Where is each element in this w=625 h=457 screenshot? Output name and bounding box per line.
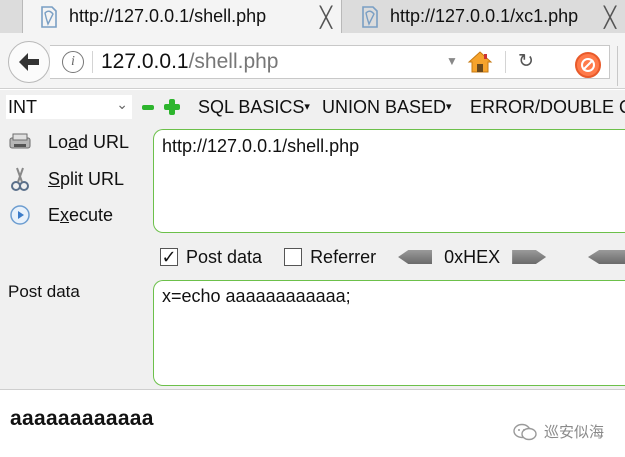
post-data-checkbox[interactable]: ✓ (160, 247, 178, 267)
hackbar-toolbar: INT ⌄ SQL BASICS▾ UNION BASED▾ ERROR/DOU… (0, 90, 625, 124)
split-url-label: Split URL (48, 168, 125, 189)
menu-label: UNION BASED (322, 97, 447, 117)
navigation-bar: i 127.0.0.1/shell.php ▼ ↻ (0, 33, 625, 89)
menu-label: ERROR/DOUBLE Q (470, 97, 625, 117)
options-row: ✓ Post data Referrer 0xHEX (160, 244, 547, 270)
url-path: /shell.php (188, 50, 279, 73)
tab-title: http://127.0.0.1/shell.php (69, 6, 267, 26)
execute-label: Execute (48, 204, 114, 225)
split-url-button[interactable]: Split URL (0, 162, 124, 196)
tab-strip: http://127.0.0.1/shell.php ╳ http://127.… (0, 0, 625, 33)
chevron-down-icon: ▾ (446, 101, 452, 113)
tab-shell-php[interactable]: http://127.0.0.1/shell.php ╳ (22, 0, 342, 33)
execute-button[interactable]: Execute (0, 198, 113, 232)
hex-decode-arrow-icon[interactable] (398, 250, 433, 264)
home-icon[interactable] (467, 50, 493, 79)
url-dropdown-icon[interactable]: ▼ (446, 54, 458, 68)
post-data-checkbox-label[interactable]: Post data (186, 247, 262, 268)
divider (505, 51, 506, 73)
encoding-select[interactable]: INT ⌄ (6, 95, 132, 119)
chevron-down-icon: ⌄ (116, 97, 128, 113)
hex-encode-arrow-icon[interactable] (512, 250, 547, 264)
menu-label: SQL BASICS (198, 97, 305, 117)
chevron-down-icon: ▾ (304, 101, 310, 113)
reload-icon[interactable]: ↻ (518, 50, 534, 72)
load-url-button[interactable]: Load URL (0, 125, 129, 159)
decrease-icon[interactable] (142, 105, 154, 110)
noscript-block-icon[interactable] (575, 52, 601, 78)
page-output-text: aaaaaaaaaaaa (10, 407, 154, 430)
wechat-logo-icon (513, 423, 537, 440)
menu-union-based[interactable]: UNION BASED▾ (322, 97, 452, 118)
url-text[interactable]: 127.0.0.1/shell.php (101, 50, 279, 74)
divider (92, 51, 93, 73)
next-decode-arrow-icon[interactable] (588, 250, 625, 264)
tab-close-icon[interactable]: ╳ (595, 5, 625, 29)
menu-sql-basics[interactable]: SQL BASICS▾ (198, 97, 310, 118)
load-url-label: Load URL (48, 131, 130, 152)
page-favicon-icon (35, 4, 61, 30)
hackbar-panel: Load URL Split URL Execute http://127.0.… (0, 124, 625, 389)
back-button[interactable] (8, 41, 50, 83)
content-divider (0, 389, 625, 390)
url-textarea[interactable]: http://127.0.0.1/shell.php (153, 129, 625, 233)
scissors-icon (0, 166, 40, 192)
post-data-textarea[interactable]: x=echo aaaaaaaaaaaa; (153, 280, 625, 386)
url-bar[interactable]: i 127.0.0.1/shell.php ▼ ↻ (50, 45, 610, 79)
menu-button-edge[interactable] (617, 46, 625, 86)
post-data-label: Post data (8, 282, 80, 301)
tab-xc1-php[interactable]: http://127.0.0.1/xc1.php ╳ (344, 0, 625, 33)
back-arrow-icon (19, 53, 39, 71)
watermark: 巡安似海 (512, 421, 604, 442)
referrer-checkbox-label[interactable]: Referrer (310, 247, 376, 268)
referrer-checkbox[interactable] (284, 248, 303, 266)
hex-label: 0xHEX (444, 246, 501, 267)
load-url-icon (0, 132, 40, 152)
page-favicon-icon (356, 4, 382, 30)
watermark-text: 巡安似海 (544, 424, 605, 441)
tab-title: http://127.0.0.1/xc1.php (390, 6, 579, 26)
tab-close-icon[interactable]: ╳ (311, 5, 341, 29)
menu-error-double-query[interactable]: ERROR/DOUBLE Q (470, 97, 625, 118)
increase-icon[interactable] (164, 99, 180, 115)
url-host: 127.0.0.1 (101, 50, 189, 73)
play-icon (0, 204, 40, 226)
select-value: INT (8, 96, 37, 117)
info-icon[interactable]: i (62, 51, 84, 73)
